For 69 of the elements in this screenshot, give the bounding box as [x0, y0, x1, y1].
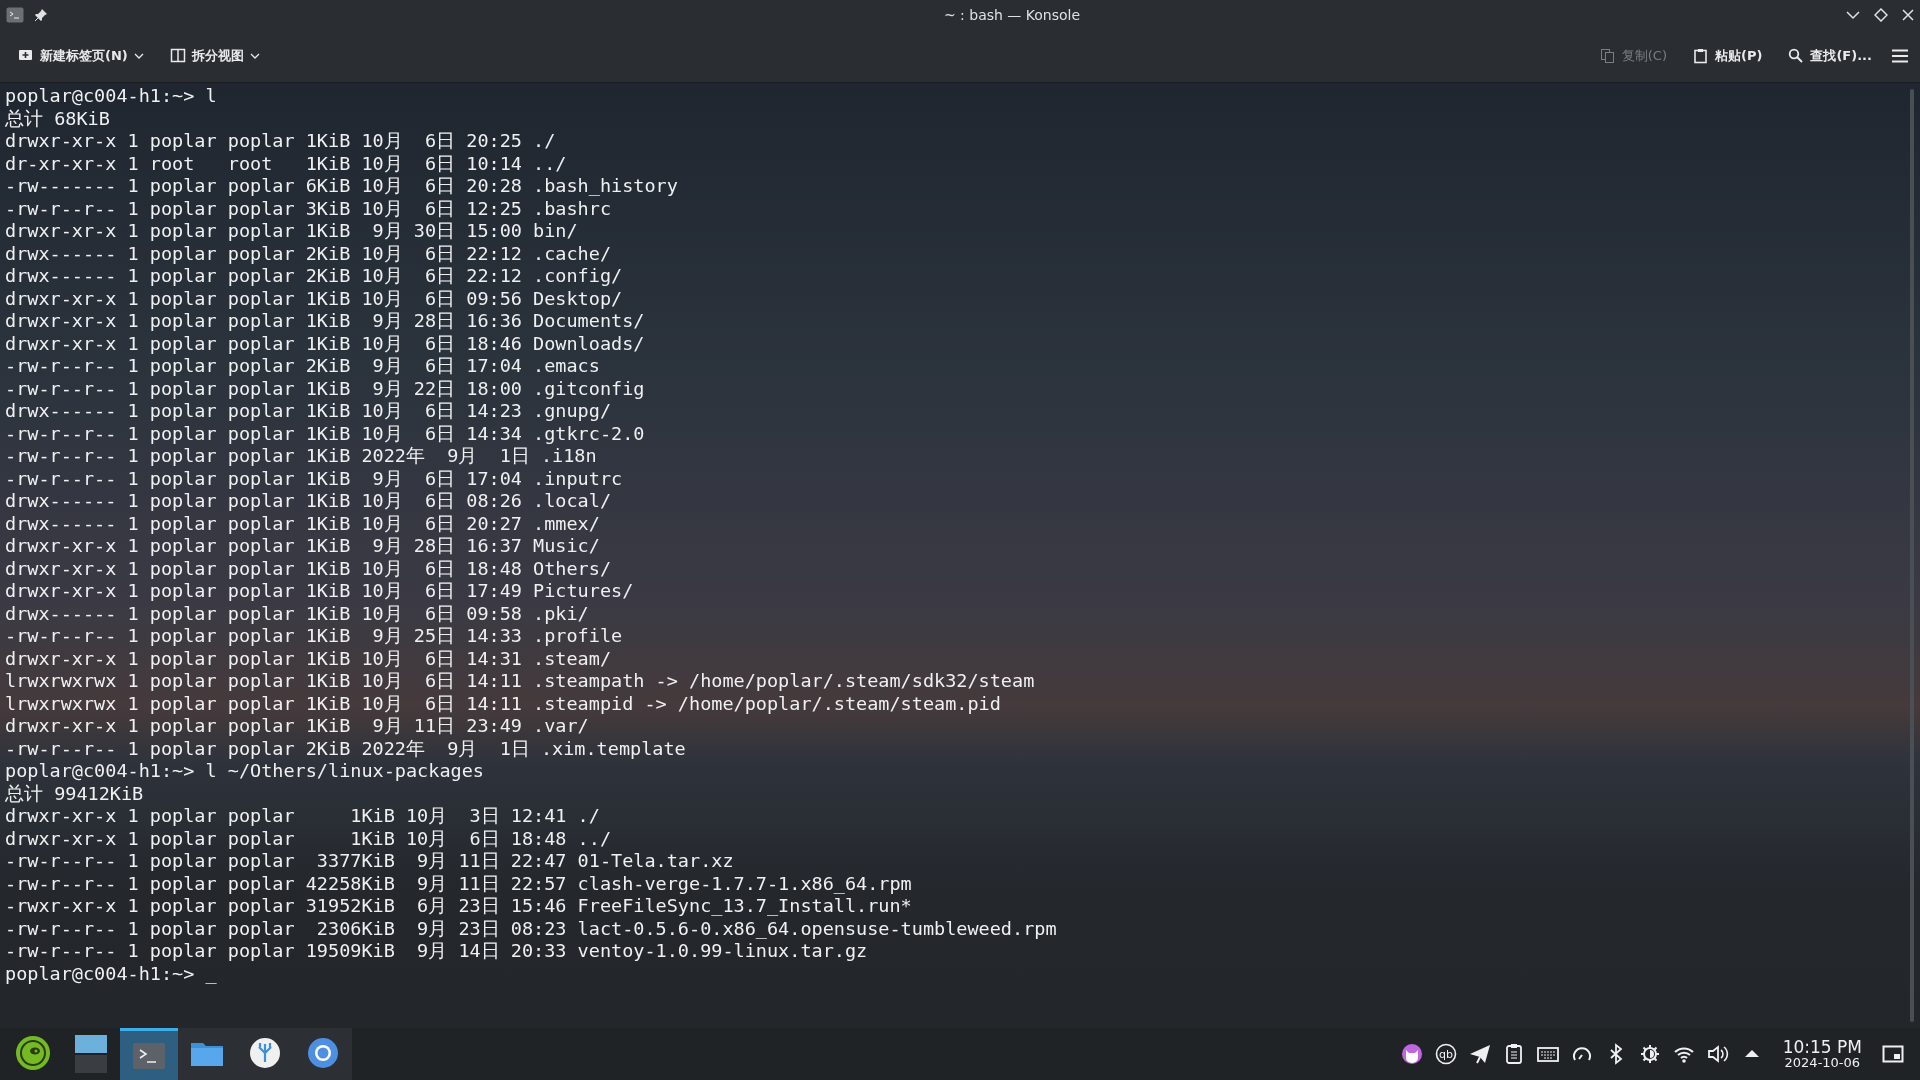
terminal-line: -rw-r--r-- 1 poplar poplar 1KiB 10月 6日 14:34 .gtkrc-2.0: [5, 422, 645, 445]
terminal-line: drwxr-xr-x 1 poplar poplar 1KiB 10月 6日 14:31 .steam/: [5, 647, 612, 670]
minimize-icon[interactable]: [1846, 10, 1860, 20]
terminal-line: drwxr-xr-x 1 poplar poplar 1KiB 9月 28日 16:37 Music/: [5, 535, 600, 558]
clock-date[interactable]: 2024-10-06: [1784, 1056, 1861, 1070]
terminal-line: lrwxrwxrwx 1 poplar poplar 1KiB 10月 6日 14:11 .steampid -> /home/poplar/.steam/steam.pid: [5, 692, 1001, 715]
caret-icon[interactable]: [249, 52, 260, 60]
terminal-line: dr-xr-xr-x 1 root root 1KiB 10月 6日 10:14 ../: [5, 152, 567, 175]
terminal-line: drwxr-xr-x 1 poplar poplar 1KiB 9月 28日 16:36 Documents/: [5, 310, 645, 333]
terminal-line: 总计 99412KiB: [5, 782, 144, 805]
brightness-icon[interactable]: [1638, 1043, 1661, 1065]
terminal-line: -rw-r--r-- 1 poplar poplar 2306KiB 9月 23日 08:23 lact-0.5.6-0.x86_64.opensuse-tumbleweed.rpm: [5, 917, 1057, 940]
terminal-line: drwxr-xr-x 1 poplar poplar 1KiB 10月 6日 18:46 Downloads/: [5, 332, 645, 355]
terminal-line: -rw------- 1 poplar poplar 6KiB 10月 6日 20:28 .bash_history: [5, 175, 678, 198]
terminal-line: drwxr-xr-x 1 poplar poplar 1KiB 10月 6日 18:48 Others/: [5, 557, 612, 580]
terminal-line: poplar@c004-h1:~> l ~/Others/linux-packages: [5, 760, 484, 783]
search-icon[interactable]: [1788, 48, 1805, 64]
pin-icon[interactable]: [34, 8, 48, 22]
terminal-line: drwxr-xr-x 1 poplar poplar 1KiB 10月 6日 09:56 Desktop/: [5, 287, 623, 310]
taskbar-app-button[interactable]: [178, 1028, 236, 1080]
taskbar-app-button[interactable]: [294, 1028, 352, 1080]
paste-button[interactable]: 粘贴(P): [1687, 43, 1769, 69]
clipboard-icon[interactable]: [1693, 48, 1709, 64]
terminal-line: drwx------ 1 poplar poplar 2KiB 10月 6日 22:12 .cache/: [5, 242, 612, 265]
menu-icon[interactable]: [1892, 49, 1908, 63]
terminal-line: -rw-r--r-- 1 poplar poplar 3KiB 10月 6日 12:25 .bashrc: [5, 197, 612, 220]
terminal-line: -rw-r--r-- 1 poplar poplar 1KiB 9月 22日 18:00 .gitconfig: [5, 377, 645, 400]
desktop-pager-icon[interactable]: [73, 1035, 109, 1073]
clock-time[interactable]: 10:15 PM: [1782, 1038, 1862, 1056]
terminal-line: -rw-r--r-- 1 poplar poplar 42258KiB 9月 11日 22:57 clash-verge-1.7.7-1.x86_64.rpm: [5, 872, 912, 895]
show-desktop-icon[interactable]: [1882, 1044, 1904, 1064]
speaker-icon[interactable]: [1706, 1043, 1729, 1065]
caret-icon[interactable]: [133, 52, 144, 60]
terminal-line: -rw-r--r-- 1 poplar poplar 2KiB 9月 6日 17:04 .emacs: [5, 355, 600, 378]
gecko-logo-icon[interactable]: [15, 1035, 51, 1073]
terminal-line: drwxr-xr-x 1 poplar poplar 1KiB 9月 30日 15:00 bin/: [5, 220, 578, 243]
terminal-line: drwx------ 1 poplar poplar 1KiB 10月 6日 09:58 .pki/: [5, 602, 589, 625]
cat-face-icon[interactable]: [1400, 1043, 1423, 1065]
terminal-line: drwx------ 1 poplar poplar 2KiB 10月 6日 22:12 .config/: [5, 265, 623, 288]
terminal-line: drwx------ 1 poplar poplar 1KiB 10月 6日 20:27 .mmex/: [5, 512, 600, 535]
maximize-icon[interactable]: [1874, 8, 1888, 22]
terminal-line: -rw-r--r-- 1 poplar poplar 1KiB 9月 6日 17:04 .inputrc: [5, 467, 623, 490]
terminal-line: poplar@c004-h1:~> l: [5, 85, 217, 108]
terminal-line: -rw-r--r-- 1 poplar poplar 2KiB 2022年 9月 1日 .xim.template: [5, 737, 686, 760]
terminal-line: poplar@c004-h1:~> _: [5, 962, 217, 985]
find-button[interactable]: 查找(F)...: [1782, 43, 1878, 69]
new-tab-button[interactable]: 新建标签页(N): [12, 43, 150, 69]
terminal-line: -rw-r--r-- 1 poplar poplar 3377KiB 9月 11日 22:47 01-Tela.tar.xz: [5, 850, 734, 873]
scrollbar[interactable]: [1910, 89, 1914, 1022]
window-title: ~ : bash — Konsole: [942, 7, 1082, 23]
terminal-line: drwxr-xr-x 1 poplar poplar 1KiB 9月 11日 23:49 .var/: [5, 715, 589, 738]
terminal-line: drwx------ 1 poplar poplar 1KiB 10月 6日 14:23 .gnupg/: [5, 400, 612, 423]
terminal-line: drwx------ 1 poplar poplar 1KiB 10月 6日 08:26 .local/: [5, 490, 612, 513]
qb-logo-icon[interactable]: qb: [1434, 1043, 1457, 1065]
close-icon[interactable]: [1902, 9, 1914, 21]
split-view-icon[interactable]: [169, 48, 186, 64]
terminal-line: drwxr-xr-x 1 poplar poplar 1KiB 10月 6日 20:25 ./: [5, 130, 556, 153]
terminal-line: drwxr-xr-x 1 poplar poplar 1KiB 10月 6日 17:49 Pictures/: [5, 580, 634, 603]
paper-plane-icon[interactable]: [1468, 1043, 1491, 1065]
terminal-line: drwxr-xr-x 1 poplar poplar 1KiB 10月 6日 18:48 ../: [5, 827, 612, 850]
terminal-line: 总计 68KiB: [5, 107, 110, 130]
terminal-line: drwxr-xr-x 1 poplar poplar 1KiB 10月 3日 12:41 ./: [5, 805, 600, 828]
split-view-button[interactable]: 拆分视图: [163, 43, 266, 69]
terminal-line: -rw-r--r-- 1 poplar poplar 1KiB 2022年 9月 1日 .i18n: [5, 445, 597, 468]
terminal-line: lrwxrwxrwx 1 poplar poplar 1KiB 10月 6日 14:11 .steampath -> /home/poplar/.steam/sdk32/steam: [5, 670, 1035, 693]
terminal-line: -rw-r--r-- 1 poplar poplar 19509KiB 9月 14日 20:33 ventoy-1.0.99-linux.tar.gz: [5, 940, 868, 963]
terminal-line: -rw-r--r-- 1 poplar poplar 1KiB 9月 25日 14:33 .profile: [5, 625, 623, 648]
terminal-line: -rwxr-xr-x 1 poplar poplar 31952KiB 6月 23日 15:46 FreeFileSync_13.7_Install.run*: [5, 895, 912, 918]
terminal-icon: [6, 7, 24, 23]
